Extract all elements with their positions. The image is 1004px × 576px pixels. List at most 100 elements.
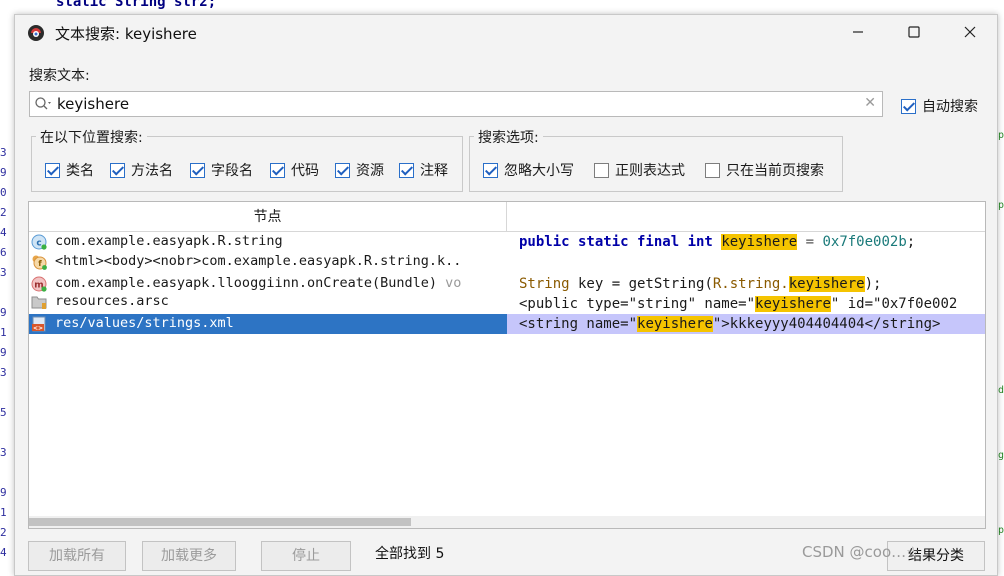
code-text: = xyxy=(797,234,823,250)
gutter-line-number: 9 xyxy=(0,306,7,319)
stop-button[interactable]: 停止 xyxy=(261,541,351,571)
result-node-cell[interactable]: resources.arsc xyxy=(29,292,507,312)
checkbox-box[interactable] xyxy=(45,162,60,178)
code-text: key = getString( xyxy=(569,276,713,292)
csdn-watermark: CSDN @coo…☆ xyxy=(802,543,920,561)
right-gutter-mark: p xyxy=(997,525,1004,536)
clear-search-icon[interactable]: ✕ xyxy=(864,95,876,111)
checkbox-regex[interactable]: 正则表达式 xyxy=(594,160,685,180)
results-count-status: 全部找到 5 xyxy=(375,546,445,562)
checkbox-label: 只在当前页搜索 xyxy=(726,163,824,179)
class-icon: c xyxy=(31,234,47,250)
scrollbar-thumb[interactable] xyxy=(29,518,411,526)
minimize-icon xyxy=(853,31,863,33)
table-row[interactable]: m com.example.easyapk.llooggiinn.onCreat… xyxy=(29,274,985,294)
minimize-button[interactable] xyxy=(835,15,881,49)
close-icon xyxy=(964,26,976,38)
match-highlight: keyishere xyxy=(637,316,713,332)
code-type: String xyxy=(519,276,570,292)
checkbox-code[interactable]: 代码 xyxy=(270,160,319,180)
checkbox-box[interactable] xyxy=(270,162,285,178)
checkbox-label: 字段名 xyxy=(211,163,253,179)
checkbox-class-name[interactable]: 类名 xyxy=(45,160,94,180)
table-row[interactable]: resources.arsc <public type="string" nam… xyxy=(29,292,985,314)
code-text: ">kkkeyyy404404404</string> xyxy=(712,316,941,332)
right-gutter-mark: p xyxy=(997,200,1004,211)
close-button[interactable] xyxy=(947,15,993,49)
column-header-code[interactable] xyxy=(507,202,985,232)
checkbox-box[interactable] xyxy=(110,162,125,178)
search-input-box[interactable]: ✕ xyxy=(29,91,883,117)
code-text: ); xyxy=(864,276,882,292)
horizontal-scrollbar[interactable] xyxy=(29,516,985,528)
maximize-icon xyxy=(908,26,920,38)
maximize-button[interactable] xyxy=(891,15,937,49)
code-number: 0x7f0e002b xyxy=(822,234,907,250)
result-node-text: com.example.easyapk.llooggiinn.onCreate(… xyxy=(55,274,461,292)
xml-file-icon: <> xyxy=(32,316,46,332)
gutter-line-number: 4 xyxy=(0,546,7,559)
result-node-cell[interactable]: m com.example.easyapk.llooggiinn.onCreat… xyxy=(29,274,507,294)
search-text-label: 搜索文本: xyxy=(29,68,90,84)
checkbox-box[interactable] xyxy=(901,98,916,114)
result-node-text: com.example.easyapk.R.string xyxy=(55,233,283,249)
code-text: ; xyxy=(906,234,916,250)
checkbox-field-name[interactable]: 字段名 xyxy=(190,160,253,180)
result-node-text: res/values/strings.xml xyxy=(55,315,234,331)
table-row-selected[interactable]: <> res/values/strings.xml <string name="… xyxy=(29,314,985,334)
checkbox-resource[interactable]: 资源 xyxy=(335,160,384,180)
gutter-line-number: 9 xyxy=(0,486,7,499)
column-header-node[interactable]: 节点 xyxy=(29,202,507,232)
checkbox-box[interactable] xyxy=(190,162,205,178)
gutter-line-number: 2 xyxy=(0,206,7,219)
load-more-button[interactable]: 加载更多 xyxy=(142,541,236,571)
gutter-line-number: 9 xyxy=(0,346,7,359)
checkbox-box[interactable] xyxy=(483,162,498,178)
result-code-cell[interactable]: <public type="string" name="keyishere" i… xyxy=(519,294,985,314)
gutter-line-number: 6 xyxy=(0,246,7,259)
checkbox-box[interactable] xyxy=(399,162,414,178)
node-extra-text: vo xyxy=(437,275,462,291)
code-text: <public type="string" name=" xyxy=(519,296,756,312)
checkbox-box[interactable] xyxy=(705,162,720,178)
search-input[interactable] xyxy=(57,94,857,114)
code-ref: R.string. xyxy=(712,276,789,292)
svg-text:c: c xyxy=(36,239,41,249)
search-location-title: 在以下位置搜索: xyxy=(36,127,147,147)
method-icon: m xyxy=(31,276,47,292)
table-row[interactable]: f <html><body><nobr>com.example.easyapk.… xyxy=(29,252,985,272)
result-code-cell[interactable]: public static final int keyishere = 0x7f… xyxy=(519,232,985,252)
background-code-text: static String str2; xyxy=(56,0,217,10)
result-code-cell[interactable]: String key = getString(R.string.keyisher… xyxy=(519,274,985,294)
checkbox-label: 注释 xyxy=(420,163,448,179)
checkbox-comment[interactable]: 注释 xyxy=(399,160,448,180)
result-code-cell[interactable]: <string name="keyishere">kkkeyyy40440440… xyxy=(519,314,985,334)
right-gutter-mark: d xyxy=(997,385,1004,396)
checkbox-label: 类名 xyxy=(66,163,94,179)
code-text: " id="0x7f0e002 xyxy=(830,296,958,312)
table-row[interactable]: c com.example.easyapk.R.string public st… xyxy=(29,232,985,252)
checkbox-current-page-only[interactable]: 只在当前页搜索 xyxy=(705,160,824,180)
title-bar[interactable]: 文本搜索: keyishere xyxy=(15,15,997,49)
match-highlight: keyishere xyxy=(755,296,831,312)
result-node-text: <html><body><nobr>com.example.easyapk.R.… xyxy=(55,253,462,269)
search-options-title: 搜索选项: xyxy=(474,127,543,147)
folder-icon xyxy=(31,296,47,309)
result-node-cell[interactable]: <> res/values/strings.xml xyxy=(29,314,507,334)
result-node-cell[interactable]: c com.example.easyapk.R.string xyxy=(29,232,507,252)
checkbox-ignore-case[interactable]: 忽略大小写 xyxy=(483,160,574,180)
result-node-cell[interactable]: f <html><body><nobr>com.example.easyapk.… xyxy=(29,252,507,272)
jadx-app-icon xyxy=(28,25,44,41)
auto-search-checkbox[interactable]: 自动搜索 xyxy=(901,96,978,116)
text-search-dialog: 文本搜索: keyishere 搜索文本: ✕ 自动搜索 在以下位置搜索: 类名… xyxy=(14,14,998,576)
gutter-line-number: 1 xyxy=(0,326,7,339)
load-all-button[interactable]: 加载所有 xyxy=(28,541,126,571)
code-keyword: public static final int xyxy=(519,234,713,250)
gutter-line-number: 4 xyxy=(0,226,7,239)
results-table[interactable]: 节点 c com.example.easyapk.R.string public… xyxy=(28,201,986,529)
gutter-line-number: 3 xyxy=(0,266,7,279)
checkbox-box[interactable] xyxy=(594,162,609,178)
checkbox-box[interactable] xyxy=(335,162,350,178)
result-node-text: resources.arsc xyxy=(55,293,169,309)
checkbox-method-name[interactable]: 方法名 xyxy=(110,160,173,180)
